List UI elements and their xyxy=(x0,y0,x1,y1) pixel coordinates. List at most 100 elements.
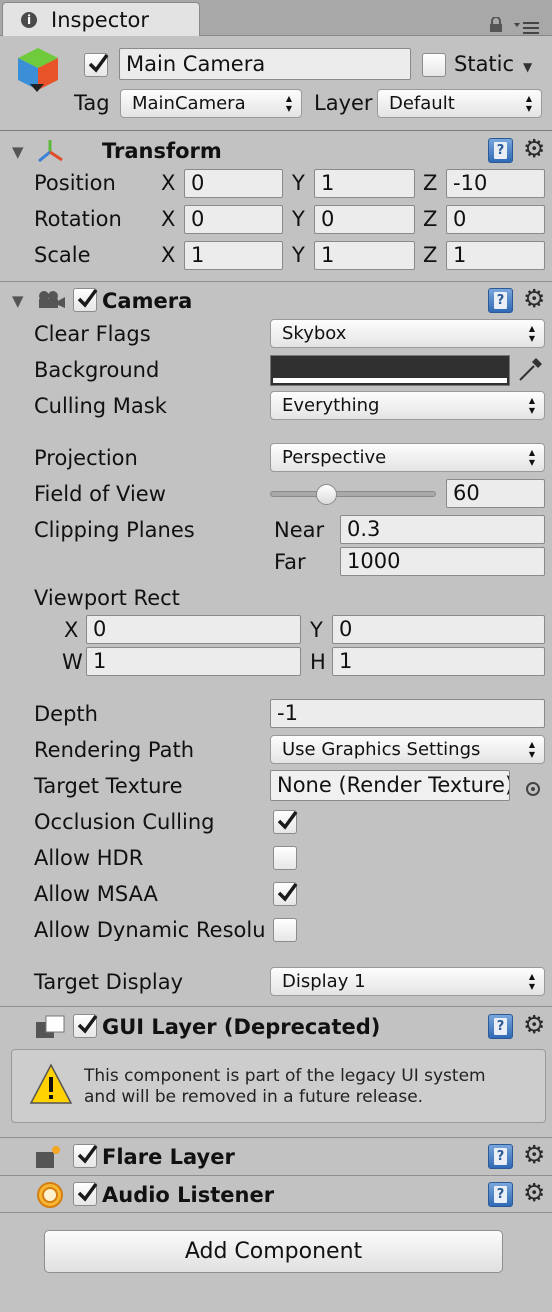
position-y-field[interactable]: 1 xyxy=(314,169,415,198)
axis-z-label: Z xyxy=(423,171,438,195)
divider xyxy=(0,130,552,131)
gui-layer-title: GUI Layer (Deprecated) xyxy=(102,1015,381,1039)
divider xyxy=(0,1006,552,1007)
foldout-icon[interactable]: ▼ xyxy=(12,145,24,160)
flare-layer-gear-icon[interactable]: ⚙ xyxy=(523,1142,545,1167)
position-x-field[interactable]: 0 xyxy=(184,169,283,198)
viewport-w-label: W xyxy=(62,650,83,674)
fov-label: Field of View xyxy=(34,482,166,506)
axis-x-label: X xyxy=(161,171,176,195)
target-display-label: Target Display xyxy=(34,970,184,994)
transform-gear-icon[interactable]: ⚙ xyxy=(523,136,545,161)
scale-z-field[interactable]: 1 xyxy=(446,241,545,270)
gui-layer-help-icon[interactable]: ? xyxy=(488,1014,513,1039)
object-name-field[interactable]: Main Camera xyxy=(119,48,411,80)
rendering-path-label: Rendering Path xyxy=(34,738,195,762)
scale-x-field[interactable]: 1 xyxy=(184,241,283,270)
target-texture-field[interactable]: None (Render Texture) xyxy=(270,770,510,801)
scale-label: Scale xyxy=(34,243,91,267)
viewport-rect-label: Viewport Rect xyxy=(34,586,180,610)
fov-slider-thumb[interactable] xyxy=(316,484,338,505)
allow-hdr-checkbox[interactable] xyxy=(273,846,297,870)
clear-flags-value: Skybox xyxy=(282,323,347,344)
camera-icon xyxy=(36,290,66,310)
lock-icon[interactable] xyxy=(488,14,504,32)
eyedropper-icon[interactable] xyxy=(516,356,544,384)
tag-dropdown[interactable]: MainCamera ▲ ▼ xyxy=(120,89,302,118)
menu-icon[interactable] xyxy=(512,16,542,34)
updown-icon: ▲ ▼ xyxy=(528,740,535,759)
viewport-x-field[interactable]: 0 xyxy=(86,615,301,644)
position-z-field[interactable]: -10 xyxy=(446,169,545,198)
fov-field[interactable]: 60 xyxy=(446,479,545,508)
scale-y-field[interactable]: 1 xyxy=(314,241,415,270)
rendering-path-dropdown[interactable]: Use Graphics Settings ▲ ▼ xyxy=(270,735,545,764)
audio-listener-help-icon[interactable]: ? xyxy=(488,1182,513,1207)
clear-flags-dropdown[interactable]: Skybox ▲ ▼ xyxy=(270,319,545,348)
axis-y-label: Y xyxy=(292,171,305,195)
allow-dynamic-resolution-label: Allow Dynamic Resolu xyxy=(34,920,266,941)
flare-layer-enabled-checkbox[interactable] xyxy=(73,1144,98,1168)
object-picker-icon[interactable] xyxy=(525,778,541,796)
camera-title: Camera xyxy=(102,289,193,313)
flare-layer-help-icon[interactable]: ? xyxy=(488,1144,513,1169)
active-checkbox[interactable] xyxy=(84,53,109,77)
projection-value: Perspective xyxy=(282,447,387,468)
gameobject-icon xyxy=(14,44,62,92)
axis-x-label: X xyxy=(161,207,176,231)
gui-layer-gear-icon[interactable]: ⚙ xyxy=(523,1012,545,1037)
near-field[interactable]: 0.3 xyxy=(340,515,545,544)
target-texture-label: Target Texture xyxy=(34,774,183,798)
gui-layer-enabled-checkbox[interactable] xyxy=(73,1014,98,1038)
projection-dropdown[interactable]: Perspective ▲ ▼ xyxy=(270,443,545,472)
culling-mask-value: Everything xyxy=(282,395,380,416)
axis-z-label: Z xyxy=(423,243,438,267)
viewport-y-label: Y xyxy=(310,618,323,642)
viewport-y-field[interactable]: 0 xyxy=(332,615,545,644)
deprecation-warning-box: This component is part of the legacy UI … xyxy=(11,1049,546,1123)
divider xyxy=(0,1212,552,1213)
audio-listener-enabled-checkbox[interactable] xyxy=(73,1182,98,1206)
occlusion-culling-label: Occlusion Culling xyxy=(34,810,215,834)
viewport-h-label: H xyxy=(310,650,326,674)
culling-mask-label: Culling Mask xyxy=(34,394,167,418)
add-component-button[interactable]: Add Component xyxy=(44,1230,503,1273)
target-display-value: Display 1 xyxy=(282,971,366,992)
updown-icon: ▲ ▼ xyxy=(528,972,535,991)
static-dropdown-icon[interactable]: ▼ xyxy=(523,60,532,74)
target-display-dropdown[interactable]: Display 1 ▲ ▼ xyxy=(270,967,545,996)
fov-slider-track[interactable] xyxy=(270,491,436,497)
foldout-icon[interactable]: ▼ xyxy=(12,294,24,309)
allow-msaa-checkbox[interactable] xyxy=(273,882,298,906)
viewport-w-field[interactable]: 1 xyxy=(86,647,301,676)
layer-value: Default xyxy=(389,93,455,114)
rotation-y-field[interactable]: 0 xyxy=(314,205,415,234)
viewport-h-field[interactable]: 1 xyxy=(332,647,545,676)
inspector-tab[interactable]: i Inspector xyxy=(2,2,200,36)
allow-dynamic-resolution-checkbox[interactable] xyxy=(273,918,297,942)
camera-gear-icon[interactable]: ⚙ xyxy=(523,286,545,311)
flare-layer-icon xyxy=(36,1144,64,1170)
occlusion-culling-checkbox[interactable] xyxy=(273,810,298,834)
updown-icon: ▲ ▼ xyxy=(528,448,535,467)
alpha-bar xyxy=(273,378,507,383)
rotation-x-field[interactable]: 0 xyxy=(184,205,283,234)
far-field[interactable]: 1000 xyxy=(340,547,545,576)
culling-mask-dropdown[interactable]: Everything ▲ ▼ xyxy=(270,391,545,420)
rotation-z-field[interactable]: 0 xyxy=(446,205,545,234)
transform-icon xyxy=(36,138,64,164)
layer-dropdown[interactable]: Default ▲ ▼ xyxy=(377,89,542,118)
rendering-path-value: Use Graphics Settings xyxy=(282,739,481,760)
camera-help-icon[interactable]: ? xyxy=(488,288,513,313)
static-checkbox[interactable] xyxy=(422,53,446,77)
depth-label: Depth xyxy=(34,702,98,726)
background-color-swatch[interactable] xyxy=(270,355,510,386)
warning-icon xyxy=(29,1063,73,1105)
camera-enabled-checkbox[interactable] xyxy=(73,288,98,312)
depth-field[interactable]: -1 xyxy=(270,699,545,728)
position-label: Position xyxy=(34,171,116,195)
projection-label: Projection xyxy=(34,446,138,470)
audio-listener-gear-icon[interactable]: ⚙ xyxy=(523,1180,545,1205)
transform-help-icon[interactable]: ? xyxy=(488,138,513,163)
gui-layer-icon xyxy=(36,1014,66,1040)
